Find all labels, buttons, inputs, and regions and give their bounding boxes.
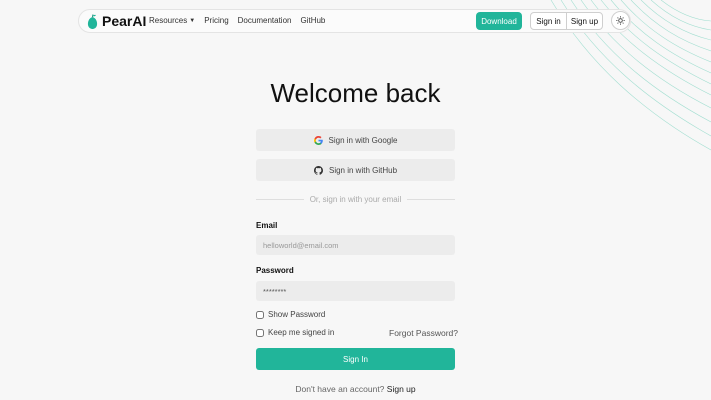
google-signin-button[interactable]: Sign in with Google bbox=[256, 129, 455, 151]
nav-link-label: GitHub bbox=[300, 16, 326, 25]
nav-link-resources[interactable]: Resources ▼ bbox=[149, 16, 195, 25]
nav-link-label: Resources bbox=[149, 16, 188, 25]
google-signin-label: Sign in with Google bbox=[328, 135, 398, 145]
nav-link-label: Documentation bbox=[237, 16, 292, 25]
chevron-down-icon: ▼ bbox=[189, 17, 196, 24]
nav-link-pricing[interactable]: Pricing bbox=[204, 16, 228, 25]
nav-link-label: Pricing bbox=[204, 16, 229, 25]
password-field[interactable] bbox=[256, 281, 455, 301]
github-icon bbox=[313, 165, 323, 175]
signin-button[interactable]: Sign in bbox=[531, 13, 566, 29]
signup-prompt: Don't have an account? Sign up bbox=[0, 384, 711, 394]
brand-logo[interactable]: PearAI bbox=[87, 13, 146, 29]
pear-icon bbox=[87, 13, 98, 29]
signin-submit-button[interactable]: Sign In bbox=[256, 348, 455, 370]
brand-name: PearAI bbox=[102, 13, 147, 29]
show-password-row[interactable]: Show Password bbox=[256, 310, 325, 319]
google-icon bbox=[313, 135, 323, 145]
github-signin-button[interactable]: Sign in with GitHub bbox=[256, 159, 455, 181]
theme-toggle-button[interactable] bbox=[611, 11, 630, 30]
sun-icon bbox=[616, 16, 625, 25]
keep-signed-in-row[interactable]: Keep me signed in bbox=[256, 328, 334, 337]
show-password-label: Show Password bbox=[268, 310, 326, 319]
nav-links: Resources ▼ Pricing Documentation GitHub bbox=[149, 16, 325, 25]
divider-line bbox=[256, 198, 304, 200]
signup-button[interactable]: Sign up bbox=[567, 13, 602, 29]
top-navbar: PearAI Resources ▼ Pricing Documentation… bbox=[78, 9, 631, 33]
email-divider: Or, sign in with your email bbox=[256, 193, 455, 205]
email-field[interactable] bbox=[256, 235, 455, 255]
email-label: Email bbox=[256, 221, 278, 230]
auth-button-group: Sign in Sign up bbox=[530, 12, 603, 30]
keep-signed-in-label: Keep me signed in bbox=[268, 328, 335, 337]
nav-link-documentation[interactable]: Documentation bbox=[238, 16, 292, 25]
no-account-text: Don't have an account? bbox=[295, 384, 385, 394]
nav-link-github[interactable]: GitHub bbox=[300, 16, 325, 25]
show-password-checkbox[interactable] bbox=[256, 310, 264, 319]
download-button[interactable]: Download bbox=[476, 12, 522, 30]
divider-line bbox=[407, 198, 455, 200]
page-title: Welcome back bbox=[270, 78, 441, 108]
signup-link[interactable]: Sign up bbox=[387, 384, 416, 394]
password-label: Password bbox=[256, 266, 294, 275]
forgot-password-link[interactable]: Forgot Password? bbox=[389, 328, 458, 338]
divider-text: Or, sign in with your email bbox=[309, 194, 402, 204]
keep-signed-in-checkbox[interactable] bbox=[256, 328, 264, 337]
github-signin-label: Sign in with GitHub bbox=[328, 165, 398, 175]
